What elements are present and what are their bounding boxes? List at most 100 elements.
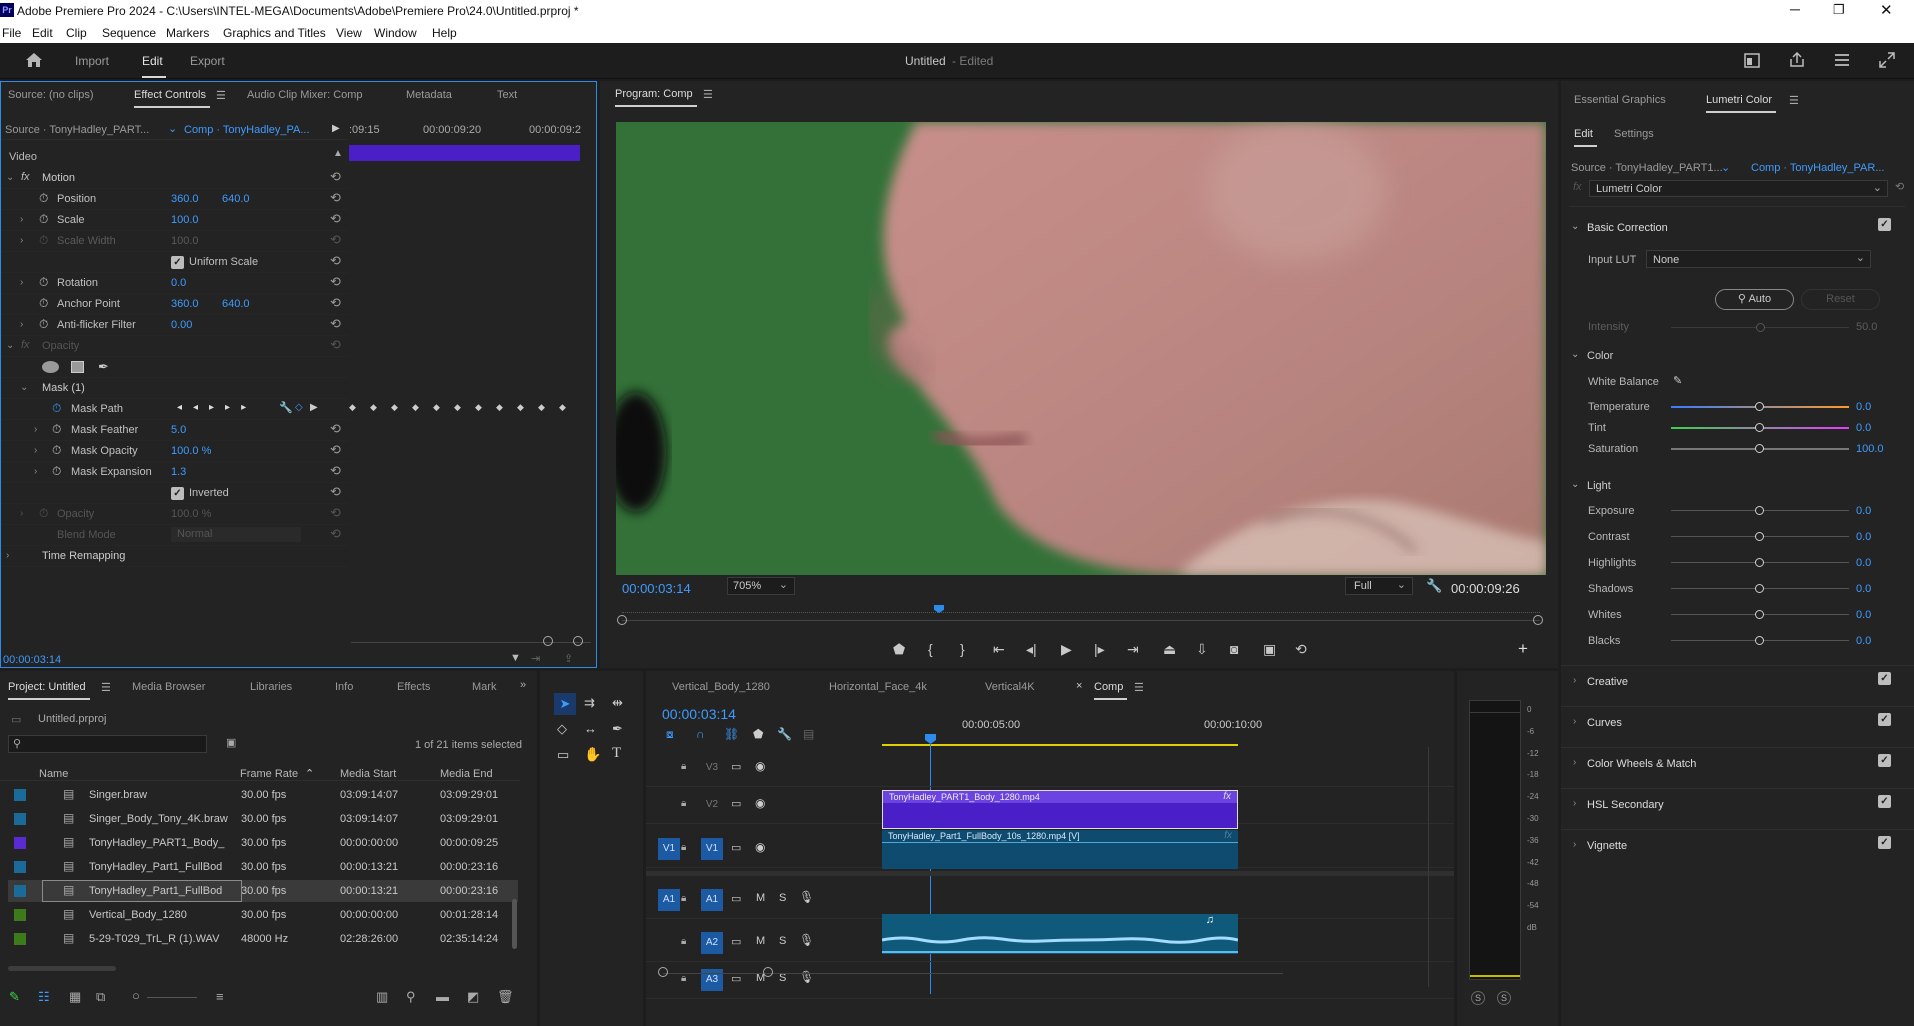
- ec-timecode[interactable]: 00:00:03:14: [3, 654, 61, 666]
- track-target[interactable]: V1: [701, 838, 723, 860]
- slider-value[interactable]: 0.0: [1856, 531, 1871, 543]
- chevron-down-icon[interactable]: ⌄: [1571, 221, 1579, 232]
- auto-button[interactable]: ⚲ Auto: [1715, 289, 1794, 310]
- tab-vertical-body[interactable]: Vertical_Body_1280: [672, 681, 770, 693]
- prop-value-1[interactable]: 100.0: [171, 235, 199, 247]
- section-color-wheels-match[interactable]: › Color Wheels & Match ✓: [1561, 747, 1914, 777]
- eye-icon[interactable]: ◉: [755, 840, 765, 854]
- prop-value-1[interactable]: 100.0: [171, 214, 199, 226]
- reset-icon[interactable]: ⟲: [330, 442, 341, 458]
- basic-correction-checkbox[interactable]: ✓: [1878, 218, 1891, 231]
- project-row[interactable]: ▤ TonyHadley_PART1_Body_ 30.00 fps 00:00:00…: [8, 832, 518, 854]
- label-color-swatch[interactable]: [14, 933, 26, 945]
- scroll-handle-right[interactable]: [763, 967, 773, 977]
- sync-lock-icon[interactable]: ▭: [731, 797, 741, 810]
- project-row[interactable]: ▤ 5-29-T029_TrL_R (1).WAV 48000 Hz 02:28:26…: [8, 928, 518, 950]
- slip-tool-icon[interactable]: ↔: [584, 721, 597, 736]
- zoom-handle-right[interactable]: [1533, 615, 1543, 625]
- tab-edit[interactable]: Edit: [142, 54, 163, 68]
- lock-icon[interactable]: 🔒︎: [681, 798, 686, 809]
- tab-metadata[interactable]: Metadata: [406, 89, 452, 101]
- mask-prop-value[interactable]: 100.0 %: [171, 445, 211, 457]
- panel-menu-icon[interactable]: [1834, 53, 1850, 67]
- project-row[interactable]: ▤ TonyHadley_Part1_FullBod 30.00 fps 00:00:…: [8, 880, 518, 902]
- freeform-view-icon[interactable]: ⧉: [96, 989, 105, 1005]
- hamburger-icon[interactable]: ☰: [101, 681, 111, 694]
- menu-graphics[interactable]: Graphics and Titles: [223, 26, 326, 40]
- step-forward-icon[interactable]: |▸: [1094, 641, 1105, 658]
- menu-edit[interactable]: Edit: [32, 26, 53, 40]
- section-checkbox[interactable]: ✓: [1878, 795, 1891, 808]
- stopwatch-icon[interactable]: ⏱: [52, 401, 61, 416]
- tint-slider[interactable]: [1671, 423, 1849, 432]
- tab-libraries[interactable]: Libraries: [250, 681, 292, 693]
- stopwatch-icon[interactable]: ⏱: [52, 422, 61, 437]
- section-basic-correction[interactable]: Basic Correction: [1587, 222, 1668, 234]
- solo-button[interactable]: S: [779, 935, 786, 947]
- export-frame-icon[interactable]: ⇥: [531, 652, 540, 665]
- tab-media-browser[interactable]: Media Browser: [132, 681, 205, 693]
- mic-icon[interactable]: 🎙︎: [799, 933, 814, 947]
- tab-lumetri-color[interactable]: Lumetri Color: [1706, 94, 1777, 113]
- mask-wrench-icon[interactable]: 🔧: [279, 401, 293, 414]
- slider-value[interactable]: 100.0: [1856, 443, 1884, 455]
- lumetri-comp[interactable]: Comp · TonyHadley_PAR...: [1751, 162, 1884, 174]
- reset-icon[interactable]: ⟲: [1895, 180, 1904, 193]
- tab-lumetri-edit[interactable]: Edit: [1574, 128, 1597, 147]
- slider-value[interactable]: 0.0: [1856, 505, 1871, 517]
- reset-button[interactable]: Reset: [1801, 289, 1880, 310]
- snap-icon[interactable]: ∩: [696, 727, 705, 741]
- ec-comp-label[interactable]: Comp · TonyHadley_PA...: [184, 124, 310, 136]
- reset-icon[interactable]: ⟲: [330, 232, 341, 248]
- playhead-timecode[interactable]: 00:00:03:14: [622, 581, 691, 596]
- label-color-swatch[interactable]: [14, 837, 26, 849]
- menu-help[interactable]: Help: [432, 26, 457, 40]
- stopwatch-icon[interactable]: ⏱: [39, 275, 48, 290]
- section-hsl-secondary[interactable]: › HSL Secondary ✓: [1561, 788, 1914, 818]
- motion-header[interactable]: ⌄ fx Motion ⟲: [1, 168, 348, 189]
- captions-icon[interactable]: ▤: [803, 727, 814, 741]
- tab-markers[interactable]: Mark: [472, 681, 496, 693]
- stopwatch-icon[interactable]: ⏱: [39, 191, 48, 206]
- saturation-slider[interactable]: [1671, 444, 1849, 453]
- opacity-header[interactable]: ⌄ fx Opacity ⟲: [1, 336, 348, 357]
- scroll-handle-right[interactable]: [573, 636, 583, 646]
- prop-value-1[interactable]: 360.0: [171, 298, 199, 310]
- vr-icon[interactable]: ⟲: [1295, 641, 1307, 658]
- section-creative[interactable]: › Creative ✓: [1561, 665, 1914, 695]
- stopwatch-icon[interactable]: ⏱: [39, 296, 48, 311]
- timeline-v-scroll[interactable]: [1428, 747, 1429, 987]
- scroll-handle-left[interactable]: [543, 636, 553, 646]
- col-media-start[interactable]: Media Start: [340, 768, 396, 780]
- eye-icon[interactable]: ◉: [755, 796, 765, 810]
- slider-value[interactable]: 0.0: [1856, 635, 1871, 647]
- new-bin-from-search-icon[interactable]: ▣: [226, 736, 236, 749]
- mask-track-controls[interactable]: ◂◂▸▸▸: [177, 402, 257, 413]
- rectangle-tool-icon[interactable]: ▭: [557, 747, 569, 763]
- hand-tool-icon[interactable]: ✋: [584, 746, 601, 763]
- label-color-swatch[interactable]: [14, 813, 26, 825]
- color-section[interactable]: Color: [1587, 350, 1613, 362]
- project-row[interactable]: ▤ TonyHadley_Part1_FullBod 30.00 fps 00:00:…: [8, 856, 518, 878]
- exposure-slider[interactable]: [1671, 506, 1849, 515]
- label-color-swatch[interactable]: [14, 885, 26, 897]
- menu-view[interactable]: View: [336, 26, 362, 40]
- lock-icon[interactable]: 🔒︎: [681, 936, 686, 947]
- icon-view-icon[interactable]: ▦: [69, 989, 81, 1005]
- temperature-slider[interactable]: [1671, 402, 1849, 411]
- lock-icon[interactable]: 🔒︎: [681, 761, 686, 772]
- selection-tool-icon[interactable]: ➤: [554, 693, 576, 715]
- pen-mask-icon[interactable]: ✒: [98, 359, 109, 375]
- mask-header[interactable]: ⌄ Mask (1): [1, 378, 348, 399]
- zoom-slider-handle[interactable]: ○: [132, 988, 140, 1003]
- tab-source[interactable]: Source: (no clips): [8, 89, 94, 101]
- automate-icon[interactable]: ▥: [376, 989, 388, 1005]
- reset-icon[interactable]: ⟲: [330, 295, 341, 311]
- eye-icon[interactable]: ◉: [755, 759, 765, 773]
- new-item-icon[interactable]: ◩: [467, 989, 479, 1005]
- lock-icon[interactable]: 🔒︎: [681, 893, 686, 904]
- light-section[interactable]: Light: [1587, 480, 1611, 492]
- project-scrollbar[interactable]: [512, 899, 517, 949]
- chevron-down-icon[interactable]: ⌄: [1571, 479, 1579, 490]
- timeline-timecode[interactable]: 00:00:03:14: [662, 706, 736, 722]
